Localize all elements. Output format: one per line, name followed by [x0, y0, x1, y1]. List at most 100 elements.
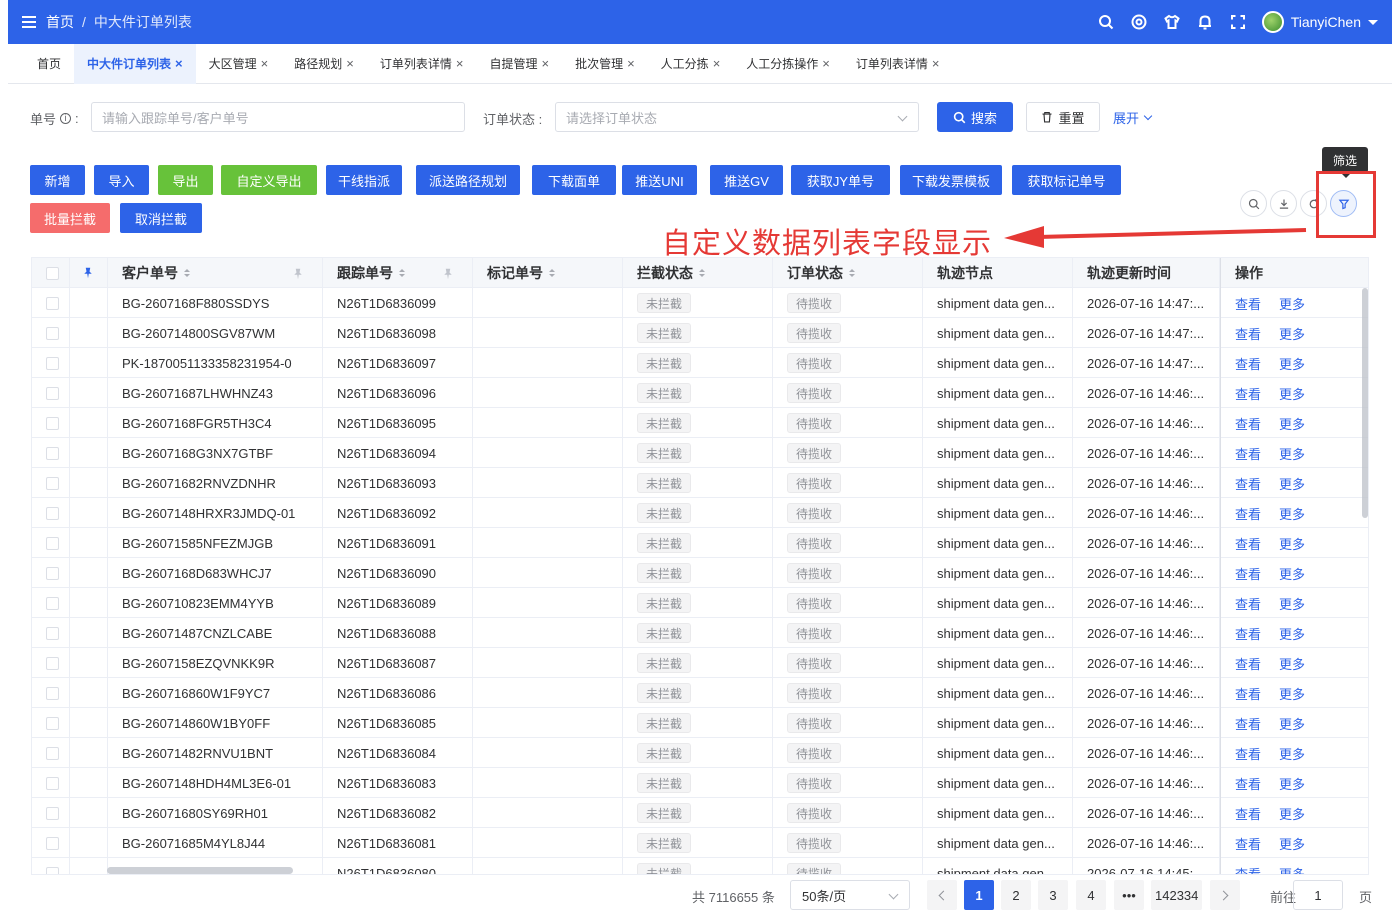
view-link[interactable]: 查看	[1235, 864, 1261, 875]
more-link[interactable]: 更多	[1279, 294, 1305, 313]
more-link[interactable]: 更多	[1279, 534, 1305, 553]
table-row[interactable]: BG-260714860W1BY0FF N26T1D6836085 未拦截 待揽收 sh…	[32, 708, 1368, 738]
more-link[interactable]: 更多	[1279, 774, 1305, 793]
more-link[interactable]: 更多	[1279, 714, 1305, 733]
row-checkbox[interactable]	[46, 776, 59, 790]
view-link[interactable]: 查看	[1235, 534, 1261, 553]
more-link[interactable]: 更多	[1279, 684, 1305, 703]
sort-icon[interactable]	[699, 269, 705, 277]
search-icon[interactable]	[1097, 13, 1115, 31]
action-button-1[interactable]: 导入	[94, 165, 149, 195]
vertical-scrollbar[interactable]	[1362, 288, 1368, 518]
row-checkbox[interactable]	[46, 506, 59, 520]
sort-icon[interactable]	[399, 269, 405, 277]
goto-page-input[interactable]: 1	[1293, 880, 1343, 910]
more-link[interactable]: 更多	[1279, 474, 1305, 493]
row-checkbox[interactable]	[46, 476, 59, 490]
tab-8[interactable]: 人工分拣操作 ×	[733, 44, 843, 84]
view-link[interactable]: 查看	[1235, 834, 1261, 853]
close-icon[interactable]: ×	[932, 56, 940, 71]
sort-icon[interactable]	[184, 269, 190, 277]
more-link[interactable]: 更多	[1279, 744, 1305, 763]
row-checkbox[interactable]	[46, 356, 59, 370]
shirt-icon[interactable]	[1163, 13, 1181, 31]
column-header-1[interactable]: 跟踪单号	[323, 258, 473, 288]
close-icon[interactable]: ×	[261, 56, 269, 71]
view-link[interactable]: 查看	[1235, 384, 1261, 403]
table-row[interactable]: BG-26071682RNVZDNHR N26T1D6836093 未拦截 待揽收 sh…	[32, 468, 1368, 498]
more-link[interactable]: 更多	[1279, 864, 1305, 875]
table-row[interactable]: BG-2607148HDH4ML3E6-01 N26T1D6836083 未拦截 待揽…	[32, 768, 1368, 798]
row-checkbox[interactable]	[46, 656, 59, 670]
column-header-5[interactable]: 轨迹节点	[923, 258, 1073, 288]
action-button-11[interactable]: 获取标记单号	[1012, 165, 1121, 195]
close-icon[interactable]: ×	[627, 56, 635, 71]
more-link[interactable]: 更多	[1279, 504, 1305, 523]
tab-6[interactable]: 批次管理 ×	[562, 44, 648, 84]
prev-page-button[interactable]	[927, 880, 957, 910]
action-button-4[interactable]: 干线指派	[326, 165, 402, 195]
row-checkbox[interactable]	[46, 416, 59, 430]
tab-0[interactable]: 首页	[24, 44, 74, 84]
column-header-7[interactable]: 操作	[1220, 258, 1368, 288]
breadcrumb-home[interactable]: 首页	[46, 12, 74, 32]
action-button-3[interactable]: 自定义导出	[221, 165, 317, 195]
more-link[interactable]: 更多	[1279, 624, 1305, 643]
page-button-2[interactable]: 3	[1038, 880, 1068, 910]
action-button-8[interactable]: 推送GV	[710, 165, 783, 195]
view-link[interactable]: 查看	[1235, 624, 1261, 643]
table-row[interactable]: BG-26071687LHWHNZ43 N26T1D6836096 未拦截 待揽收 sh…	[32, 378, 1368, 408]
close-icon[interactable]: ×	[175, 56, 183, 71]
bell-icon[interactable]	[1196, 13, 1214, 31]
more-link[interactable]: 更多	[1279, 594, 1305, 613]
tab-5[interactable]: 自提管理 ×	[476, 44, 562, 84]
select-all-checkbox[interactable]	[46, 266, 59, 280]
more-link[interactable]: 更多	[1279, 414, 1305, 433]
close-icon[interactable]: ×	[346, 56, 354, 71]
close-icon[interactable]: ×	[822, 56, 830, 71]
column-header-0[interactable]: 客户单号	[108, 258, 323, 288]
info-icon[interactable]: i	[60, 113, 72, 124]
reset-button[interactable]: 重置	[1026, 102, 1100, 132]
page-button-3[interactable]: 4	[1076, 880, 1106, 910]
view-link[interactable]: 查看	[1235, 324, 1261, 343]
tab-4[interactable]: 订单列表详情 ×	[367, 44, 477, 84]
download-button[interactable]	[1270, 190, 1297, 217]
table-row[interactable]: BG-260714800SGV87WM N26T1D6836098 未拦截 待揽收 sh…	[32, 318, 1368, 348]
pin-icon[interactable]	[82, 267, 94, 279]
tab-9[interactable]: 订单列表详情 ×	[843, 44, 953, 84]
row-checkbox[interactable]	[46, 296, 59, 310]
view-link[interactable]: 查看	[1235, 804, 1261, 823]
row-checkbox[interactable]	[46, 566, 59, 580]
row-checkbox[interactable]	[46, 446, 59, 460]
fullscreen-icon[interactable]	[1229, 13, 1247, 31]
more-link[interactable]: 更多	[1279, 564, 1305, 583]
more-link[interactable]: 更多	[1279, 354, 1305, 373]
more-link[interactable]: 更多	[1279, 654, 1305, 673]
order-no-input[interactable]: 请输入跟踪单号/客户单号	[91, 102, 465, 132]
row-checkbox[interactable]	[46, 536, 59, 550]
tab-2[interactable]: 大区管理 ×	[196, 44, 282, 84]
table-row[interactable]: BG-26071585NFEZMJGB N26T1D6836091 未拦截 待揽收 sh…	[32, 528, 1368, 558]
action-button-7[interactable]: 推送UNI	[622, 165, 697, 195]
row-checkbox[interactable]	[46, 326, 59, 340]
tab-7[interactable]: 人工分拣 ×	[648, 44, 734, 84]
tab-1[interactable]: 中大件订单列表 ×	[74, 43, 196, 84]
column-header-6[interactable]: 轨迹更新时间	[1073, 258, 1220, 288]
sort-icon[interactable]	[549, 269, 555, 277]
column-header-3[interactable]: 拦截状态	[623, 258, 773, 288]
table-row[interactable]: BG-2607168FGR5TH3C4 N26T1D6836095 未拦截 待揽收 sh…	[32, 408, 1368, 438]
globe-icon[interactable]	[1130, 13, 1148, 31]
page-button-5[interactable]: 142334	[1151, 880, 1203, 910]
table-row[interactable]: BG-2607168F880SSDYS N26T1D6836099 未拦截 待揽收 sh…	[32, 288, 1368, 318]
action-button-9[interactable]: 获取JY单号	[791, 165, 890, 195]
view-link[interactable]: 查看	[1235, 774, 1261, 793]
action-button-2[interactable]: 导出	[158, 165, 213, 195]
table-row[interactable]: BG-26071685M4YL8J44 N26T1D6836081 未拦截 待揽收 sh…	[32, 828, 1368, 858]
row-checkbox[interactable]	[46, 626, 59, 640]
table-row[interactable]: BG-260716860W1F9YC7 N26T1D6836086 未拦截 待揽收 sh…	[32, 678, 1368, 708]
more-link[interactable]: 更多	[1279, 384, 1305, 403]
action-button-0[interactable]: 新增	[30, 165, 85, 195]
close-icon[interactable]: ×	[541, 56, 549, 71]
user-menu[interactable]: TianyiChen	[1261, 11, 1378, 33]
